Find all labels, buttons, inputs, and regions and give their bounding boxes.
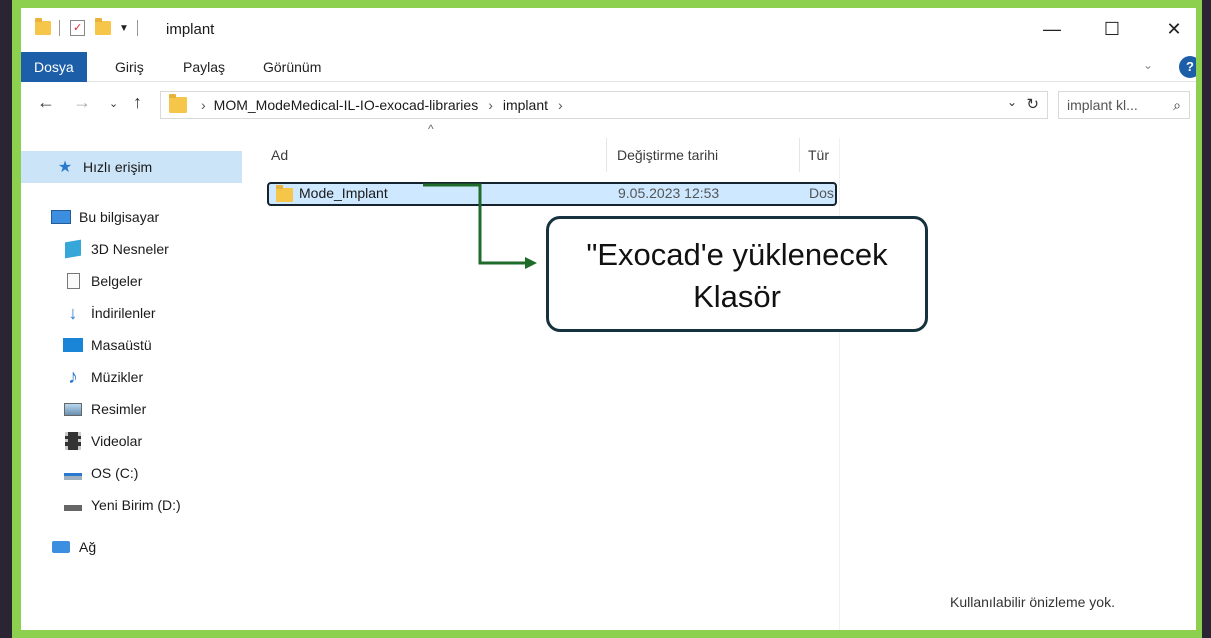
callout-line-1: "Exocad'e yüklenecek [586,237,888,272]
callout-line-2: Klasör [693,279,781,314]
file-explorer-window: ✓ ▼ implant — ☐ ✕ Dosya Giriş Paylaş Gör… [21,8,1196,630]
annotation-callout: "Exocad'e yüklenecek Klasör [546,216,928,332]
